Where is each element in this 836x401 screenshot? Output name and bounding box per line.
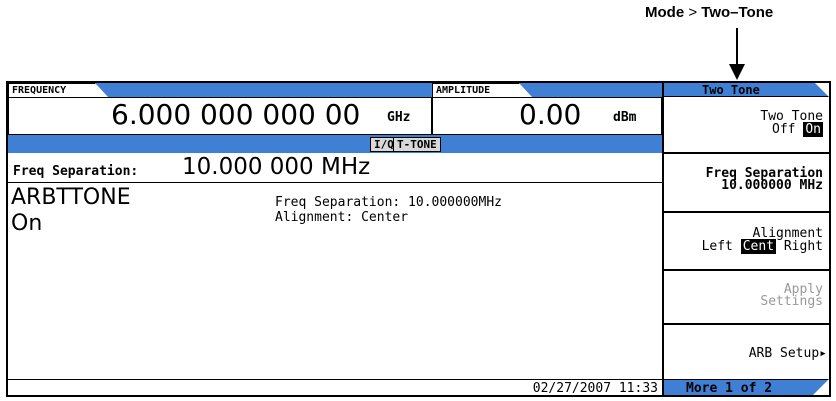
- frequency-label: FREQUENCY: [12, 85, 67, 96]
- active-entry-label: Freq Separation:: [13, 164, 139, 179]
- alignment-right: Right: [783, 239, 823, 254]
- arrow-down-icon: [736, 28, 738, 68]
- two-tone-off: Off: [772, 122, 796, 137]
- callout-separator: >: [688, 4, 698, 21]
- softkey-panel: Two Tone Two Tone Off On Freq Separation…: [664, 83, 829, 396]
- freq-separation-value: 10.000000 MHz: [721, 178, 823, 193]
- menu-path-callout: Mode > Two–Tone: [600, 4, 836, 84]
- menu-path-text: Mode > Two–Tone: [600, 4, 836, 21]
- amplitude-value: 0.00: [519, 98, 582, 131]
- callout-target: Two–Tone: [701, 4, 774, 21]
- amplitude-unit: dBm: [613, 110, 637, 125]
- more-label: More 1 of 2: [686, 381, 773, 396]
- arb-waveform-name: ARBTTONE: [11, 185, 131, 210]
- frequency-tab[interactable]: FREQUENCY: [8, 83, 109, 98]
- frequency-unit: GHz: [387, 110, 411, 125]
- main-display-area: FREQUENCY AMPLITUDE 6.000 000 000 00 GHz…: [8, 83, 664, 396]
- alignment-options: Left Cent Right: [701, 239, 823, 254]
- submenu-arrow-icon: ▸: [819, 346, 827, 361]
- info-alignment: Alignment: Center: [275, 210, 409, 225]
- amplitude-readout[interactable]: 0.00 dBm: [432, 97, 662, 135]
- softkey-alignment[interactable]: Alignment Left Cent Right: [664, 213, 829, 271]
- annunciator-bar: I/Q T-TONE: [8, 135, 662, 153]
- softkey-two-tone[interactable]: Two Tone Off On: [664, 97, 829, 154]
- amplitude-tab[interactable]: AMPLITUDE: [432, 83, 533, 98]
- ttone-annunciator: T-TONE: [393, 137, 441, 152]
- alignment-left: Left: [701, 239, 733, 254]
- active-entry-value: 10.000 000 MHz: [182, 154, 371, 180]
- two-tone-on: On: [803, 122, 823, 137]
- status-content: ARBTTONE On Freq Separation: 10.000000MH…: [8, 183, 662, 383]
- arb-setup-label-row: ARB Setup▸: [749, 347, 827, 360]
- info-freq-separation: Freq Separation: 10.000000MHz: [275, 195, 502, 210]
- arrow-head-icon: [729, 64, 745, 80]
- alignment-cent: Cent: [740, 239, 777, 254]
- active-entry-row[interactable]: Freq Separation: 10.000 000 MHz: [8, 153, 662, 183]
- amplitude-label: AMPLITUDE: [436, 85, 491, 96]
- frequency-readout[interactable]: 6.000 000 000 00 GHz: [8, 97, 432, 135]
- footer-bar: 02/27/2007 11:33: [8, 379, 662, 396]
- softkey-menu-title: Two Tone: [664, 83, 829, 97]
- arb-setup-label: ARB Setup: [748, 346, 820, 361]
- more-page-indicator[interactable]: More 1 of 2: [664, 379, 829, 396]
- arb-state: On: [11, 211, 43, 236]
- apply-settings-label: Settings: [760, 294, 823, 309]
- two-tone-toggle: Off On: [772, 122, 823, 137]
- frequency-value: 6.000 000 000 00: [111, 98, 361, 131]
- softkey-arb-setup[interactable]: ARB Setup▸: [664, 325, 829, 379]
- softkey-apply-settings[interactable]: Apply Settings: [664, 271, 829, 325]
- callout-mode: Mode: [645, 4, 685, 21]
- softkey-freq-separation[interactable]: Freq Separation 10.000000 MHz: [664, 154, 829, 213]
- timestamp: 02/27/2007 11:33: [532, 381, 658, 396]
- info-block: Freq Separation: 10.000000MHz Alignment: …: [275, 195, 502, 225]
- instrument-display: FREQUENCY AMPLITUDE 6.000 000 000 00 GHz…: [6, 81, 831, 397]
- softkey-menu-title-label: Two Tone: [702, 83, 760, 97]
